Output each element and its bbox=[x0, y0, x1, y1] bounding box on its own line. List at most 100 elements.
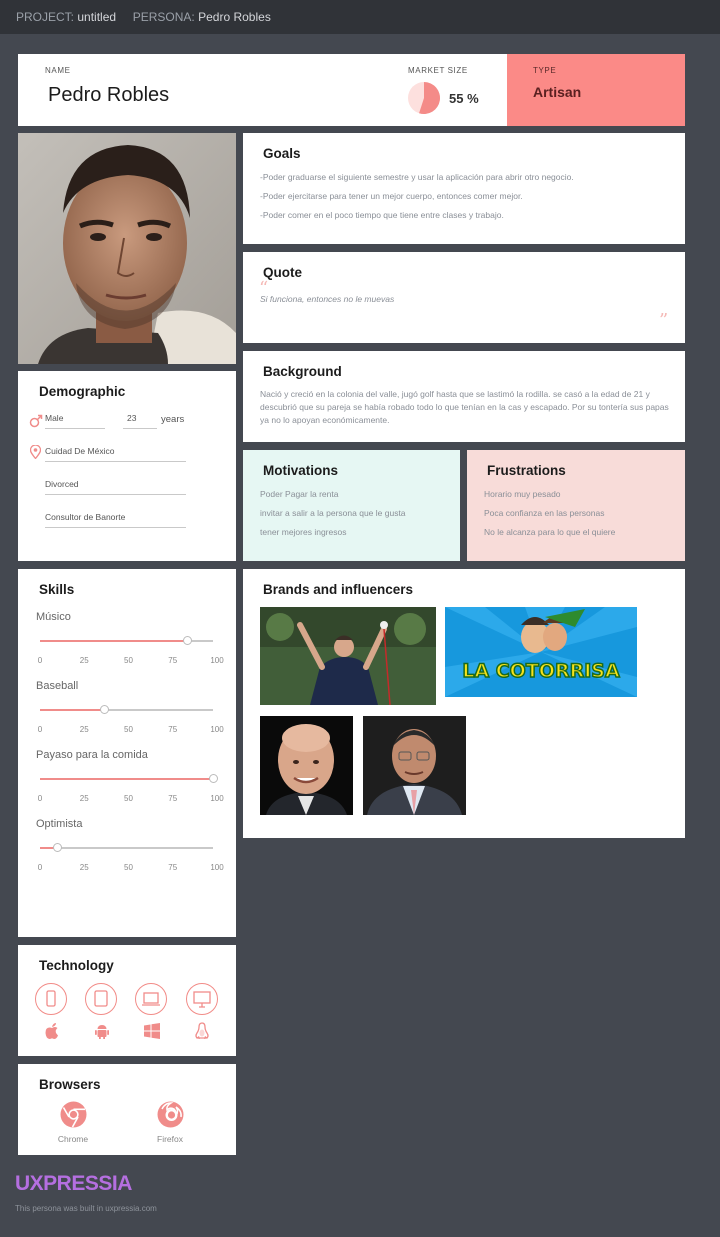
footer-note: This persona was built in uxpressia.com bbox=[15, 1204, 157, 1213]
skill-scale-tick: 75 bbox=[168, 656, 178, 665]
chrome-label: Chrome bbox=[57, 1134, 89, 1144]
close-quote-icon: ” bbox=[659, 310, 669, 331]
skill-scale-tick: 0 bbox=[37, 794, 43, 803]
technology-card: Technology bbox=[18, 945, 236, 1056]
golfer-photo bbox=[260, 607, 436, 705]
age-unit: years bbox=[161, 414, 185, 425]
persona-name[interactable]: Pedro Robles bbox=[198, 10, 271, 24]
frustrations-list[interactable]: Horario muy pesado Poca confianza en las… bbox=[484, 485, 679, 542]
location-field[interactable]: Cuidad De México bbox=[45, 446, 186, 462]
background-text[interactable]: Nació y creció en la colonia del valle, … bbox=[260, 388, 670, 427]
uxpressia-logo[interactable]: UXPRESSIA bbox=[15, 1172, 132, 1196]
skill-scale-tick: 100 bbox=[210, 794, 224, 803]
laptop-icon[interactable] bbox=[135, 983, 167, 1015]
skill-scale-tick: 50 bbox=[124, 725, 133, 734]
skill-scale-tick: 75 bbox=[168, 863, 178, 872]
skill-slider-handle[interactable] bbox=[52, 843, 62, 852]
skill-scale-tick: 75 bbox=[168, 725, 178, 734]
skill-scale-tick: 100 bbox=[210, 863, 224, 872]
skill-scale-tick: 100 bbox=[210, 725, 224, 734]
skill-slider[interactable] bbox=[40, 636, 213, 645]
brands-title: Brands and influencers bbox=[263, 582, 414, 597]
quote-card: Quote “ Si funciona, entonces no le muev… bbox=[243, 252, 685, 343]
brands-card: Brands and influencers LA COTORRISA bbox=[243, 569, 685, 838]
occupation-field[interactable]: Consultor de Banorte bbox=[45, 512, 186, 528]
brand-image-businessman[interactable] bbox=[363, 716, 466, 815]
skill-slider-fill bbox=[40, 708, 104, 711]
skill-slider[interactable] bbox=[40, 843, 213, 852]
tablet-icon[interactable] bbox=[85, 983, 117, 1015]
top-bar: PROJECT: untitled PERSONA: Pedro Robles bbox=[0, 0, 720, 34]
persona-portrait-image bbox=[18, 133, 236, 364]
skill-scale-tick: 100 bbox=[210, 656, 224, 665]
marital-status-field[interactable]: Divorced bbox=[45, 479, 186, 495]
browsers-title: Browsers bbox=[39, 1077, 101, 1092]
quote-title: Quote bbox=[263, 265, 302, 280]
age-field[interactable]: 23 bbox=[123, 413, 157, 429]
demographic-card: Demographic Male 23 years Cuidad De Méxi… bbox=[18, 371, 236, 561]
project-label: PROJECT: bbox=[16, 10, 75, 24]
skill-scale-tick: 25 bbox=[79, 794, 89, 803]
gender-field[interactable]: Male bbox=[45, 413, 105, 429]
android-icon[interactable] bbox=[93, 1022, 111, 1040]
technology-title: Technology bbox=[39, 958, 114, 973]
market-size-pie bbox=[408, 82, 440, 114]
goal-item: -Poder comer en el poco tiempo que tiene… bbox=[260, 210, 504, 220]
la-cotorrisa-text: LA COTORRISA bbox=[462, 660, 620, 682]
persona-name-field[interactable]: Pedro Robles bbox=[48, 84, 169, 107]
motivation-item: tener mejores ingresos bbox=[260, 527, 347, 537]
name-label: NAME bbox=[45, 66, 71, 75]
goals-list[interactable]: -Poder graduarse el siguiente semestre y… bbox=[260, 168, 670, 225]
frustration-item: Poca confianza en las personas bbox=[484, 508, 605, 518]
bald-man-photo bbox=[260, 716, 353, 815]
frustration-item: No le alcanza para lo que el quiere bbox=[484, 527, 616, 537]
businessman-photo bbox=[363, 716, 466, 815]
skill-scale-tick: 25 bbox=[79, 656, 89, 665]
frustrations-card: Frustrations Horario muy pesado Poca con… bbox=[467, 450, 685, 561]
apple-icon[interactable] bbox=[43, 1022, 61, 1040]
quote-text[interactable]: Si funciona, entonces no le muevas bbox=[260, 294, 394, 304]
male-icon bbox=[29, 414, 43, 428]
frustrations-title: Frustrations bbox=[487, 463, 566, 478]
type-label: TYPE bbox=[533, 66, 557, 75]
mobile-icon[interactable] bbox=[35, 983, 67, 1015]
skill-slider-fill bbox=[40, 777, 213, 780]
demographic-title: Demographic bbox=[39, 384, 126, 399]
skill-scale-tick: 25 bbox=[79, 863, 89, 872]
persona-type[interactable]: TYPE Artisan bbox=[507, 54, 685, 126]
skill-slider-handle[interactable] bbox=[99, 705, 109, 714]
skill-label: Payaso para la comida bbox=[36, 749, 148, 761]
background-title: Background bbox=[263, 364, 342, 379]
skill-label: Músico bbox=[36, 611, 71, 623]
skill-label: Baseball bbox=[36, 680, 79, 692]
skill-slider-handle[interactable] bbox=[208, 774, 218, 783]
skill-scale-tick: 0 bbox=[37, 656, 43, 665]
firefox-label: Firefox bbox=[157, 1134, 183, 1144]
desktop-icon[interactable] bbox=[186, 983, 218, 1015]
market-size-value[interactable]: 55 % bbox=[449, 91, 479, 106]
linux-icon[interactable] bbox=[193, 1022, 211, 1040]
windows-icon[interactable] bbox=[143, 1022, 161, 1040]
persona-label: PERSONA: bbox=[132, 10, 195, 24]
motivation-item: Poder Pagar la renta bbox=[260, 489, 339, 499]
skill-scale-tick: 50 bbox=[124, 794, 133, 803]
brand-logo-la-cotorrisa[interactable]: LA COTORRISA bbox=[445, 607, 637, 697]
brand-image-bald-man[interactable] bbox=[260, 716, 353, 815]
persona-photo[interactable] bbox=[18, 133, 236, 364]
skills-card: Skills Músico 0 25 50 75 100 Baseball 0 25 50 75 10… bbox=[18, 569, 236, 937]
project-name[interactable]: untitled bbox=[77, 10, 116, 24]
chrome-icon[interactable] bbox=[60, 1101, 87, 1128]
skill-scale-tick: 25 bbox=[79, 725, 89, 734]
firefox-icon[interactable] bbox=[157, 1101, 184, 1128]
brand-image-golfer[interactable] bbox=[260, 607, 436, 705]
skill-slider[interactable] bbox=[40, 705, 213, 714]
skill-scale-tick: 50 bbox=[124, 656, 133, 665]
skill-slider-handle[interactable] bbox=[182, 636, 192, 645]
skill-scale-tick: 0 bbox=[37, 863, 43, 872]
skill-scale-tick: 75 bbox=[168, 794, 178, 803]
motivations-list[interactable]: Poder Pagar la renta invitar a salir a l… bbox=[260, 485, 455, 542]
skill-slider[interactable] bbox=[40, 774, 218, 783]
goal-item: -Poder graduarse el siguiente semestre y… bbox=[260, 172, 574, 182]
type-value: Artisan bbox=[533, 84, 582, 100]
frustration-item: Horario muy pesado bbox=[484, 489, 561, 499]
